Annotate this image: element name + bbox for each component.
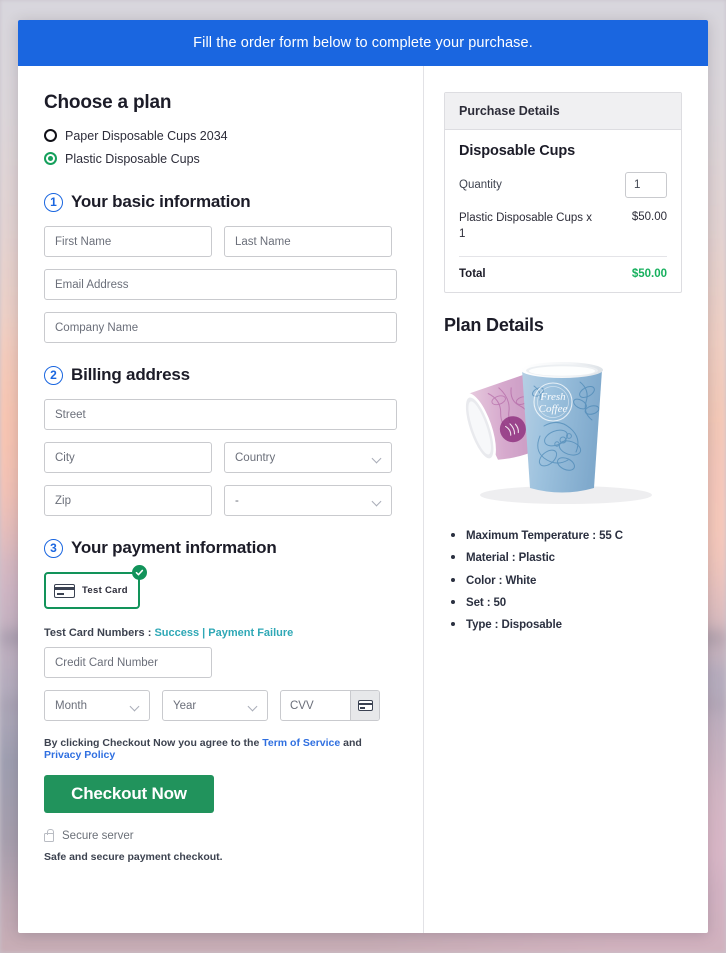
- expiry-cvv-row: Month Year CVV: [44, 690, 397, 721]
- company-row: Company Name: [44, 312, 397, 343]
- product-image: Fresh Coffee: [456, 352, 678, 504]
- check-circle-icon: [132, 565, 147, 580]
- country-select[interactable]: Country: [224, 442, 392, 473]
- name-row: First Name Last Name: [44, 226, 397, 257]
- email-row: Email Address: [44, 269, 397, 300]
- radio-selected-icon[interactable]: [44, 152, 57, 165]
- checkout-card: Fill the order form below to complete yo…: [18, 20, 708, 933]
- plan-radio-group: Paper Disposable Cups 2034 Plastic Dispo…: [44, 124, 397, 170]
- list-item: Material : Plastic: [466, 546, 682, 568]
- step-1-header: 1 Your basic information: [44, 192, 397, 212]
- summary-column: Purchase Details Disposable Cups Quantit…: [424, 66, 708, 933]
- plan-option-paper[interactable]: Paper Disposable Cups 2034: [44, 124, 397, 147]
- safe-checkout-note: Safe and secure payment checkout.: [44, 851, 397, 863]
- checkout-now-button[interactable]: Checkout Now: [44, 775, 214, 813]
- step-1-number: 1: [44, 193, 63, 212]
- state-select[interactable]: -: [224, 485, 392, 516]
- quantity-row: Quantity 1: [459, 172, 667, 198]
- total-amount: $50.00: [632, 268, 667, 280]
- cvv-input[interactable]: CVV: [281, 691, 350, 720]
- street-input[interactable]: Street: [44, 399, 397, 430]
- list-item: Type : Disposable: [466, 613, 682, 635]
- plan-details-title: Plan Details: [444, 315, 682, 336]
- expiry-year-select[interactable]: Year: [162, 690, 268, 721]
- privacy-policy-link[interactable]: Privacy Policy: [44, 749, 115, 761]
- expiry-month-select[interactable]: Month: [44, 690, 150, 721]
- terms-prefix: By clicking Checkout Now you agree to th…: [44, 737, 259, 749]
- lock-icon: [44, 833, 54, 842]
- quantity-input[interactable]: 1: [625, 172, 667, 198]
- step-3-label: Your payment information: [71, 538, 277, 558]
- zip-input[interactable]: Zip: [44, 485, 212, 516]
- card-number-row: Credit Card Number: [44, 647, 397, 678]
- line-item-description: Plastic Disposable Cups x 1: [459, 211, 599, 242]
- order-form-column: Choose a plan Paper Disposable Cups 2034…: [18, 66, 424, 933]
- quantity-label: Quantity: [459, 179, 502, 191]
- test-card-method-tile[interactable]: Test Card: [44, 572, 140, 609]
- payment-method-wrapper: Test Card: [44, 572, 140, 609]
- email-input[interactable]: Email Address: [44, 269, 397, 300]
- terms-of-service-link[interactable]: Term of Service: [262, 737, 340, 749]
- plan-specs-list: Maximum Temperature : 55 C Material : Pl…: [444, 524, 682, 636]
- last-name-input[interactable]: Last Name: [224, 226, 392, 257]
- choose-plan-heading: Choose a plan: [44, 92, 397, 114]
- list-item: Color : White: [466, 569, 682, 591]
- credit-card-icon: [54, 584, 75, 598]
- product-title: Disposable Cups: [459, 143, 667, 159]
- first-name-input[interactable]: First Name: [44, 226, 212, 257]
- purchase-details-title: Purchase Details: [445, 93, 681, 130]
- banner-text: Fill the order form below to complete yo…: [193, 35, 533, 51]
- svg-text:Fresh: Fresh: [539, 391, 566, 403]
- city-input[interactable]: City: [44, 442, 212, 473]
- step-2-header: 2 Billing address: [44, 365, 397, 385]
- radio-unselected-icon[interactable]: [44, 129, 57, 142]
- step-3-header: 3 Your payment information: [44, 538, 397, 558]
- purchase-details-body: Disposable Cups Quantity 1 Plastic Dispo…: [445, 130, 681, 292]
- line-item-amount: $50.00: [632, 211, 667, 242]
- line-item-row: Plastic Disposable Cups x 1 $50.00: [459, 211, 667, 257]
- secure-server-row: Secure server: [44, 830, 397, 842]
- card-body: Choose a plan Paper Disposable Cups 2034…: [18, 66, 708, 933]
- plan-option-label: Plastic Disposable Cups: [65, 152, 200, 166]
- total-row: Total $50.00: [459, 257, 667, 280]
- list-item: Set : 50: [466, 591, 682, 613]
- city-country-row: City Country: [44, 442, 397, 473]
- purchase-details-panel: Purchase Details Disposable Cups Quantit…: [444, 92, 682, 293]
- test-card-success-link[interactable]: Success: [154, 627, 199, 639]
- secure-server-label: Secure server: [62, 830, 134, 842]
- cvv-help-button[interactable]: [350, 691, 379, 720]
- plan-option-plastic[interactable]: Plastic Disposable Cups: [44, 147, 397, 170]
- total-label: Total: [459, 268, 486, 280]
- banner: Fill the order form below to complete yo…: [18, 20, 708, 66]
- terms-and: and: [343, 737, 362, 749]
- test-card-label: Test Card: [82, 585, 128, 596]
- zip-state-row: Zip -: [44, 485, 397, 516]
- step-3-number: 3: [44, 539, 63, 558]
- list-item: Maximum Temperature : 55 C: [466, 524, 682, 546]
- cvv-group: CVV: [280, 690, 380, 721]
- street-row: Street: [44, 399, 397, 430]
- step-2-label: Billing address: [71, 365, 190, 385]
- terms-agreement-text: By clicking Checkout Now you agree to th…: [44, 737, 397, 761]
- credit-card-icon: [358, 700, 373, 711]
- step-2-number: 2: [44, 366, 63, 385]
- plan-option-label: Paper Disposable Cups 2034: [65, 129, 228, 143]
- credit-card-number-input[interactable]: Credit Card Number: [44, 647, 212, 678]
- step-1-label: Your basic information: [71, 192, 250, 212]
- test-card-separator: |: [202, 627, 205, 639]
- company-name-input[interactable]: Company Name: [44, 312, 397, 343]
- test-card-numbers-line: Test Card Numbers : Success | Payment Fa…: [44, 627, 397, 639]
- test-card-failure-link[interactable]: Payment Failure: [208, 627, 293, 639]
- svg-text:Coffee: Coffee: [539, 403, 568, 415]
- test-card-prefix: Test Card Numbers :: [44, 627, 151, 639]
